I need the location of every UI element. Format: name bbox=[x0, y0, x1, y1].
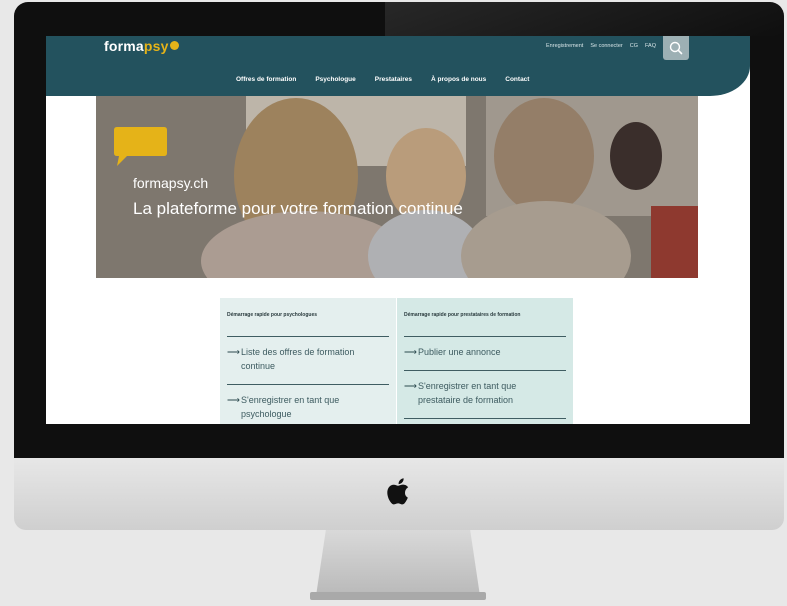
divider bbox=[227, 384, 389, 385]
screen-glare bbox=[385, 2, 784, 36]
apple-logo-icon bbox=[387, 478, 409, 505]
site-header: formapsy Enregistrement Se connecter CG … bbox=[46, 36, 750, 96]
hero-banner: formapsy.ch La plateforme pour votre for… bbox=[96, 96, 698, 278]
link-label-line2: prestataire de formation bbox=[418, 394, 514, 405]
link-label-line2: psychologue bbox=[241, 408, 292, 419]
search-icon bbox=[669, 41, 683, 55]
website-screen: formapsy Enregistrement Se connecter CG … bbox=[46, 36, 750, 424]
link-liste-offres[interactable]: ⟶Liste des offres de formation continue bbox=[227, 346, 387, 373]
hero-title: formapsy.ch bbox=[133, 175, 209, 191]
site-logo[interactable]: formapsy bbox=[104, 38, 179, 54]
link-label-line1: Publier une annonce bbox=[418, 347, 501, 357]
arrow-icon: ⟶ bbox=[227, 395, 240, 405]
divider bbox=[227, 336, 389, 337]
topnav-faq[interactable]: FAQ bbox=[645, 43, 656, 49]
quickstart-heading: Démarrage rapide pour prestataires de fo… bbox=[404, 312, 521, 318]
nav-item-prestataires[interactable]: Prestataires bbox=[375, 76, 412, 83]
hero-subtitle: La plateforme pour votre formation conti… bbox=[133, 199, 463, 218]
divider bbox=[404, 370, 566, 371]
nav-item-contact[interactable]: Contact bbox=[505, 76, 529, 83]
topnav-terms[interactable]: CG bbox=[630, 43, 638, 49]
link-publish-ad[interactable]: ⟶Publier une annonce bbox=[404, 346, 564, 360]
arrow-icon: ⟶ bbox=[227, 347, 240, 357]
monitor-stand-foot bbox=[310, 592, 486, 600]
quickstart-psychologists-panel: Démarrage rapide pour psychologues ⟶List… bbox=[220, 298, 396, 424]
nav-item-a-propos[interactable]: À propos de nous bbox=[431, 76, 486, 83]
arrow-icon: ⟶ bbox=[404, 381, 417, 391]
speech-bubble-icon bbox=[114, 127, 167, 166]
divider bbox=[404, 336, 566, 337]
top-navigation: Enregistrement Se connecter CG FAQ bbox=[546, 43, 656, 49]
monitor-stand bbox=[316, 530, 480, 596]
nav-item-psychologue[interactable]: Psychologue bbox=[315, 76, 355, 83]
link-register-psychologist[interactable]: ⟶S'enregistrer en tant que psychologue bbox=[227, 394, 387, 421]
divider bbox=[404, 418, 566, 419]
link-label-line1: S'enregistrer en tant que bbox=[241, 395, 340, 405]
nav-item-offres[interactable]: Offres de formation bbox=[236, 76, 296, 83]
main-navigation: Offres de formation Psychologue Prestata… bbox=[236, 76, 529, 83]
quickstart-heading: Démarrage rapide pour psychologues bbox=[227, 312, 318, 318]
search-button[interactable] bbox=[663, 36, 689, 60]
link-label-line2: continue bbox=[241, 360, 276, 371]
quickstart-providers-panel: Démarrage rapide pour prestataires de fo… bbox=[397, 298, 573, 424]
link-label-line1: S'enregistrer en tant que bbox=[418, 381, 517, 391]
arrow-icon: ⟶ bbox=[404, 347, 417, 357]
topnav-login[interactable]: Se connecter bbox=[590, 43, 622, 49]
logo-text-main: forma bbox=[104, 38, 144, 54]
topnav-register[interactable]: Enregistrement bbox=[546, 43, 583, 49]
link-register-provider[interactable]: ⟶S'enregistrer en tant que prestataire d… bbox=[404, 380, 564, 407]
logo-text-accent: psy bbox=[143, 38, 169, 54]
link-label-line1: Liste des offres de formation bbox=[241, 347, 355, 357]
logo-badge bbox=[169, 41, 179, 50]
